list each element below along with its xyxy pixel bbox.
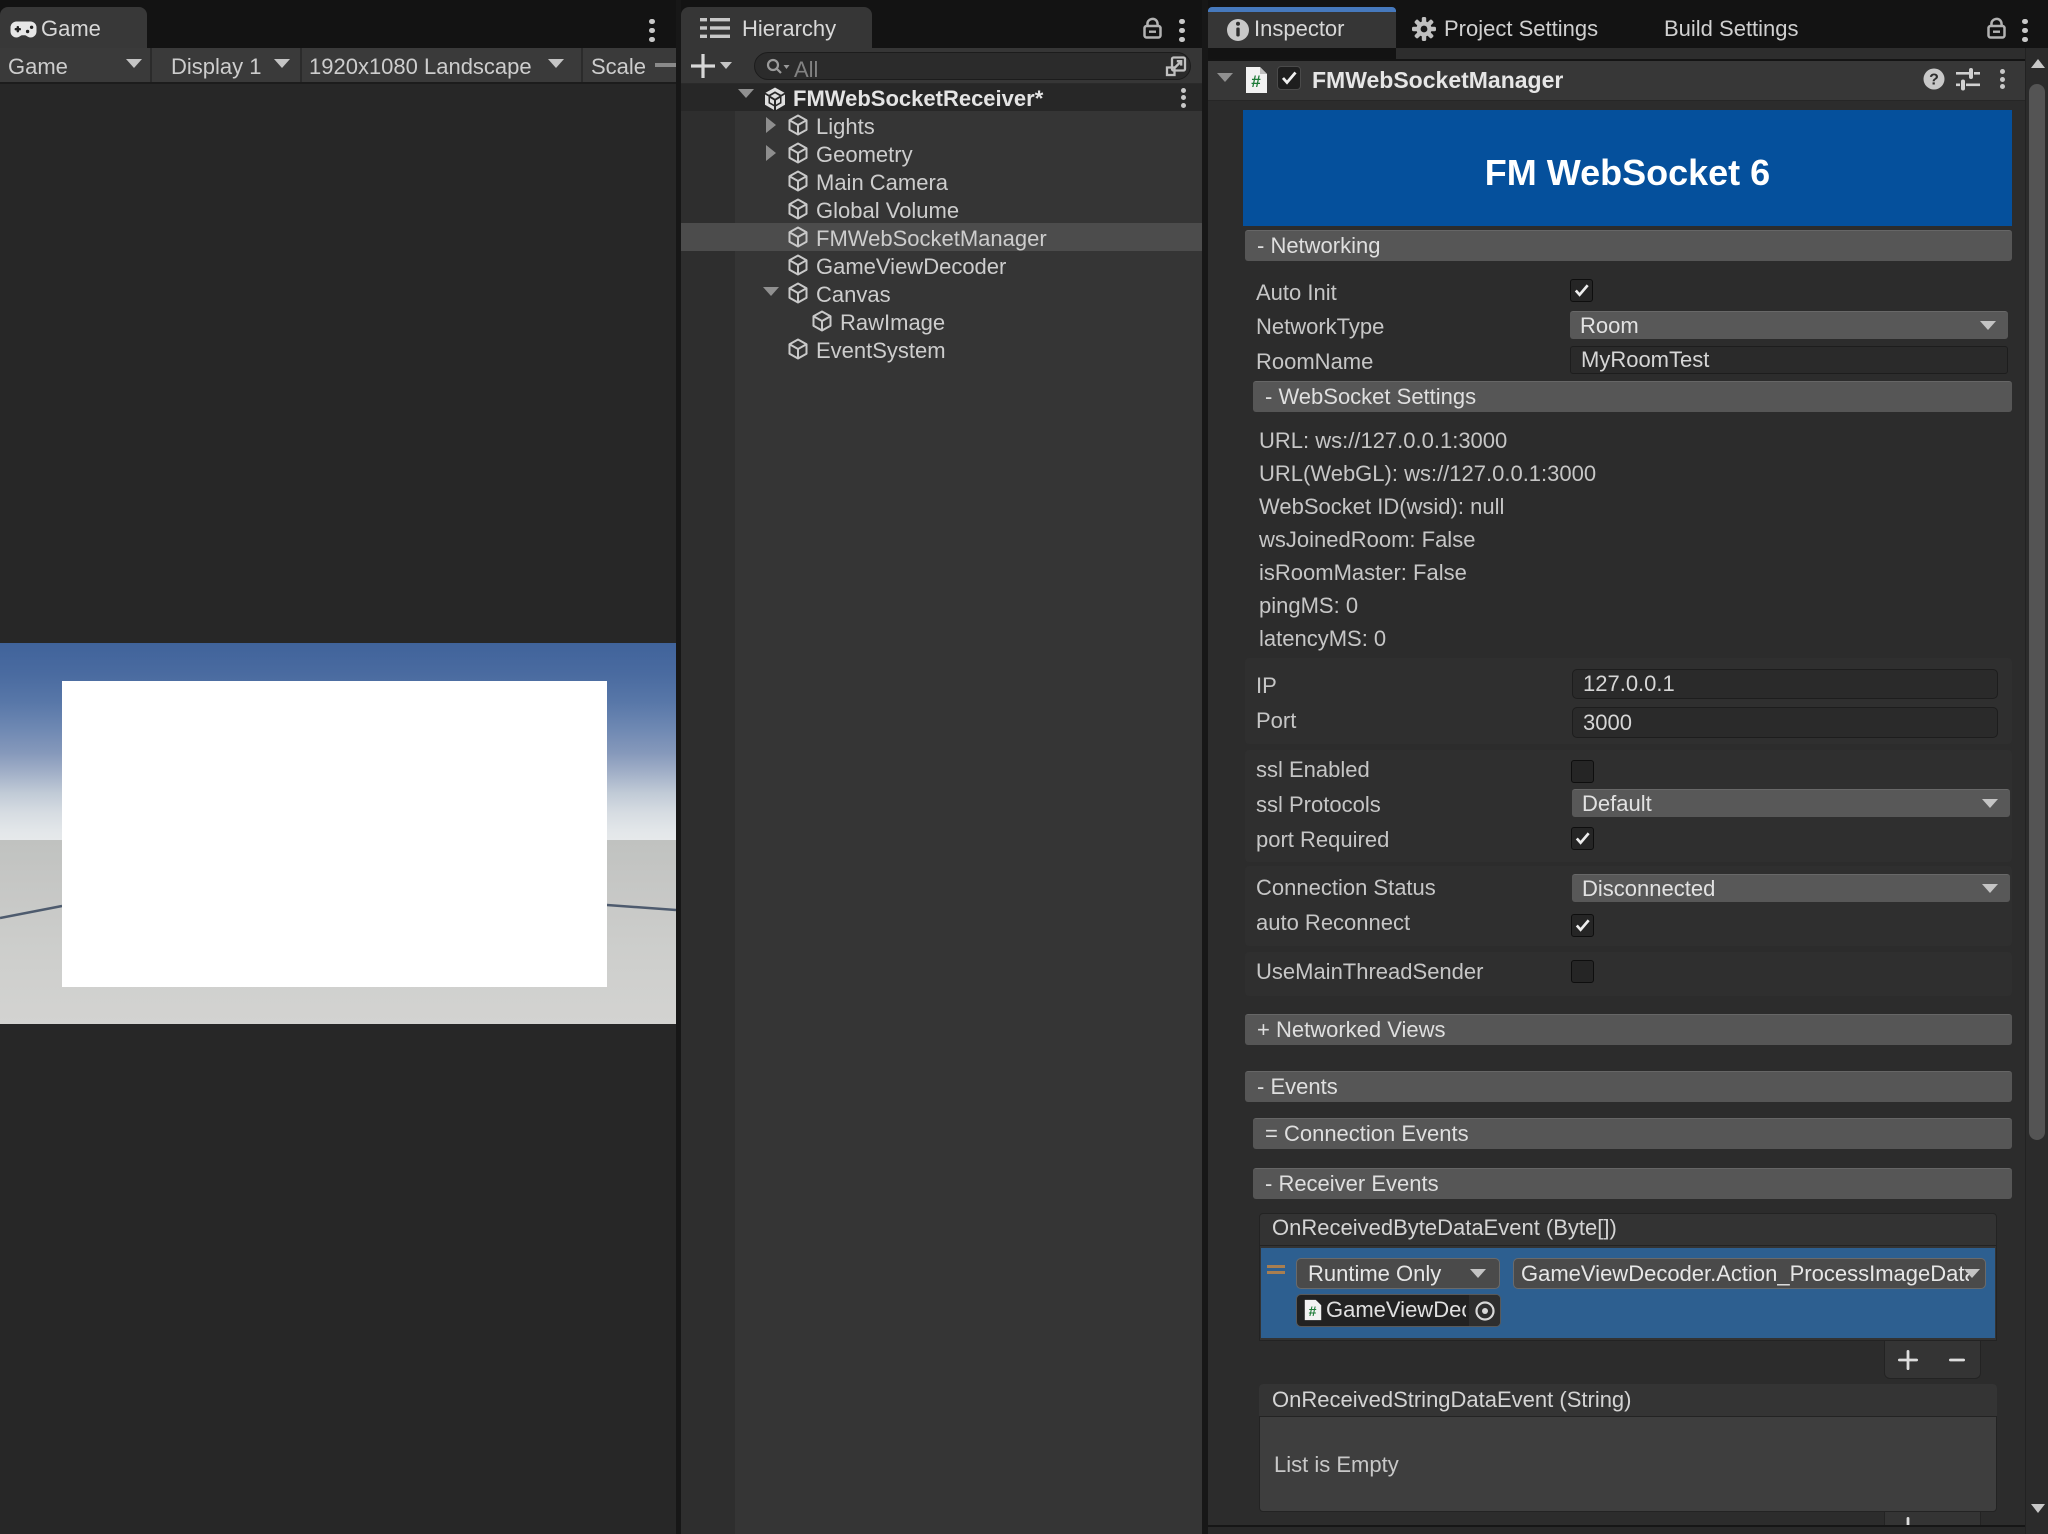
svg-text:#: # bbox=[1309, 1303, 1317, 1319]
svg-text:#: # bbox=[1251, 72, 1261, 91]
svg-text:?: ? bbox=[1929, 72, 1939, 89]
